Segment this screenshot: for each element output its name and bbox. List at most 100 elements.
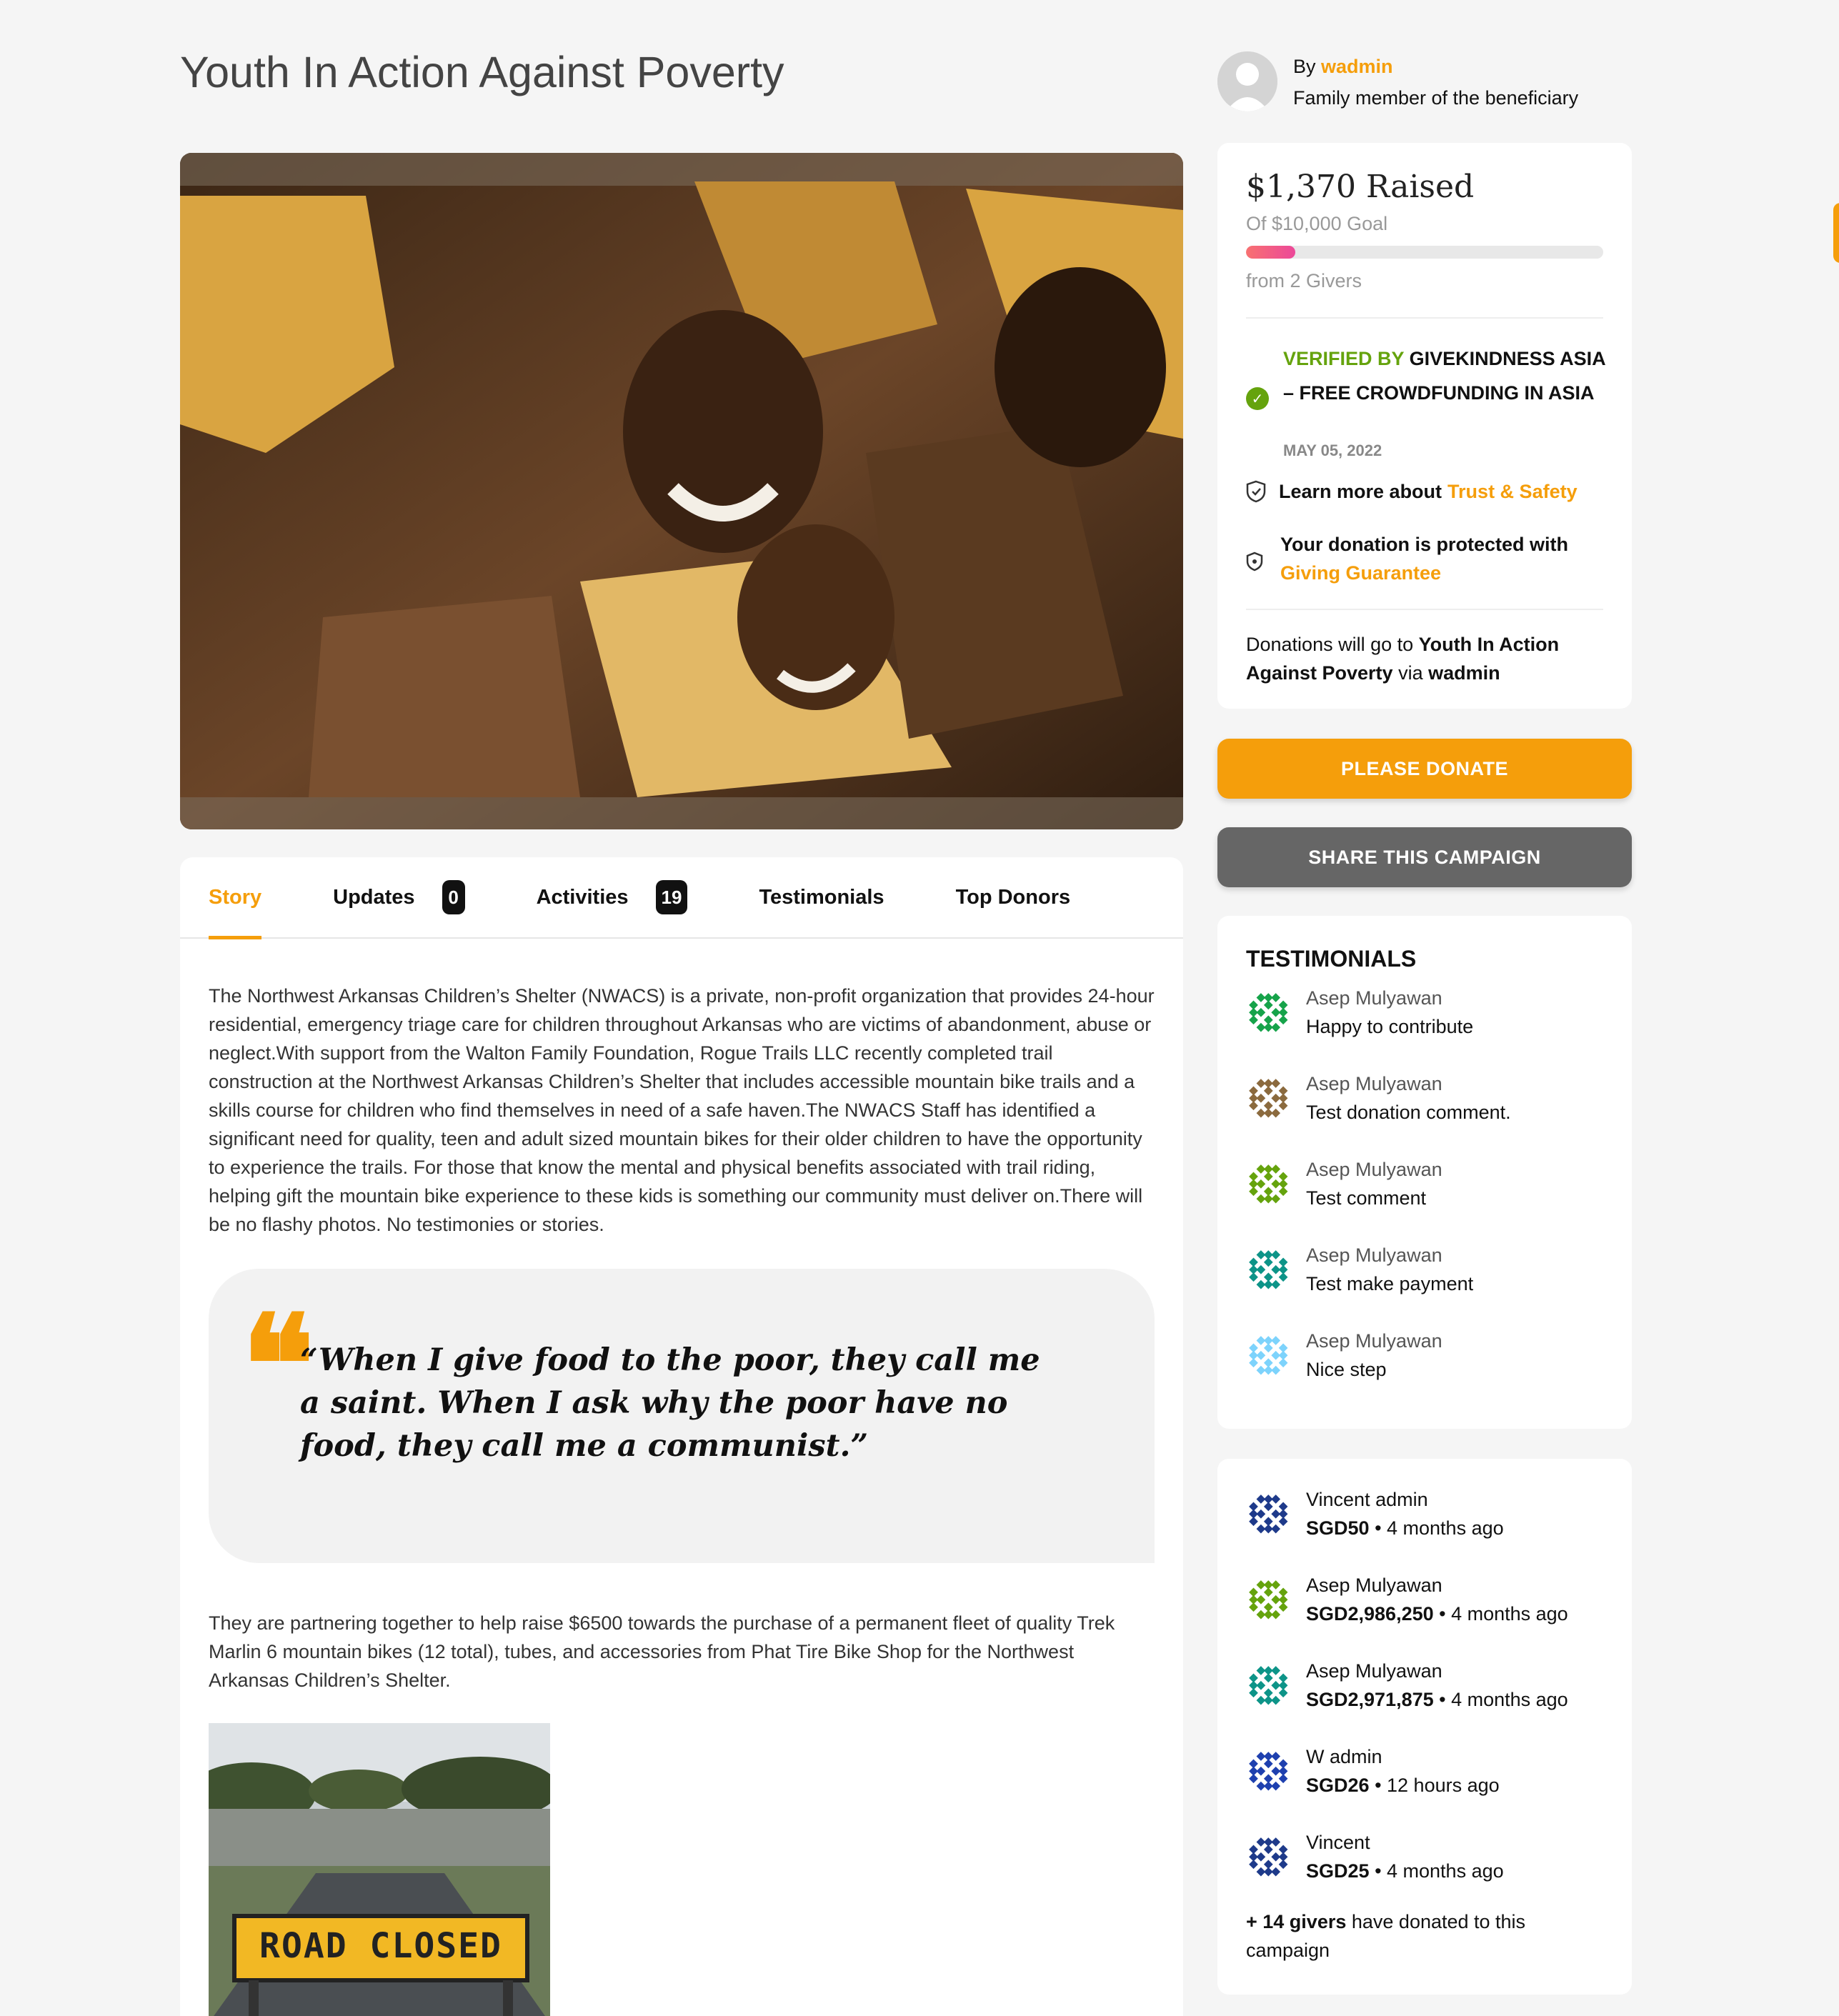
donor-avatar	[1246, 1577, 1292, 1623]
donor-item: Asep Mulyawan SGD2,986,250 • 4 months ago	[1246, 1575, 1610, 1632]
testimonial-avatar	[1246, 1076, 1292, 1122]
more-givers-text: + 14 givers have donated to this campaig…	[1246, 1907, 1603, 1965]
testimonial-avatar	[1246, 1333, 1292, 1379]
testimonial-item: Asep Mulyawan Test donation comment.	[1246, 1073, 1610, 1130]
funding-card: $1,370 Raised Of $10,000 Goal from 2 Giv…	[1217, 143, 1632, 709]
donations-account: wadmin	[1428, 662, 1500, 684]
giving-guarantee-row: Your donation is protected with Giving G…	[1246, 530, 1568, 587]
road-sign-text: ROAD CLOSED	[259, 1926, 502, 1966]
testimonial-comment: Test make payment	[1306, 1273, 1474, 1294]
page-title: Youth In Action Against Poverty	[180, 48, 784, 96]
testimonial-avatar	[1246, 1247, 1292, 1293]
share-campaign-button[interactable]: SHARE THIS CAMPAIGN	[1217, 827, 1632, 887]
donor-amount: SGD2,986,250	[1306, 1603, 1434, 1625]
donor-avatar	[1246, 1749, 1292, 1795]
tab-activities[interactable]: Activities 19	[537, 857, 688, 938]
donor-avatar	[1246, 1835, 1292, 1880]
progress-fill	[1246, 246, 1295, 259]
author-name-link[interactable]: wadmin	[1321, 56, 1393, 77]
donor-avatar	[1246, 1663, 1292, 1709]
tab-story[interactable]: Story	[209, 857, 262, 939]
side-feedback-tab[interactable]	[1833, 203, 1839, 263]
verified-date: MAY 05, 2022	[1283, 441, 1382, 459]
donor-amount-row: SGD26 • 12 hours ago	[1306, 1775, 1500, 1797]
top-donors-card: Vincent admin SGD50 • 4 months ago Asep Mu…	[1217, 1459, 1632, 1995]
donor-amount: SGD50	[1306, 1517, 1370, 1539]
testimonial-comment: Nice step	[1306, 1359, 1387, 1380]
donor-time: • 4 months ago	[1375, 1517, 1504, 1539]
updates-count-badge: 0	[442, 880, 465, 914]
tab-top-donors[interactable]: Top Donors	[956, 857, 1071, 938]
testimonial-comment: Test comment	[1306, 1187, 1427, 1209]
verified-check-icon: ✓	[1246, 387, 1269, 410]
tab-testimonials[interactable]: Testimonials	[759, 857, 884, 938]
divider	[1246, 317, 1603, 319]
donor-amount: SGD25	[1306, 1860, 1370, 1882]
donor-name: W admin	[1306, 1746, 1382, 1767]
donations-destination: Donations will go to Youth In Action Aga…	[1246, 630, 1603, 687]
trust-prefix: Learn more about	[1279, 480, 1442, 502]
author-avatar[interactable]	[1217, 51, 1277, 111]
donor-amount-row: SGD2,986,250 • 4 months ago	[1306, 1603, 1568, 1625]
donor-item: Vincent admin SGD50 • 4 months ago	[1246, 1489, 1610, 1546]
donor-name: Vincent	[1306, 1832, 1370, 1853]
donor-amount-row: SGD2,971,875 • 4 months ago	[1306, 1689, 1568, 1711]
verified-prefix: VERIFIED BY	[1283, 348, 1405, 369]
tab-label: Updates	[333, 885, 415, 909]
testimonial-item: Asep Mulyawan Happy to contribute	[1246, 987, 1610, 1044]
tab-updates[interactable]: Updates 0	[333, 857, 465, 938]
road-closed-image: ROAD CLOSED	[209, 1723, 550, 2016]
testimonial-item: Asep Mulyawan Nice step	[1246, 1330, 1610, 1387]
testimonial-avatar	[1246, 990, 1292, 1036]
blockquote: ❝ “When I give food to the poor, they ca…	[209, 1269, 1155, 1563]
donor-time: • 12 hours ago	[1375, 1775, 1500, 1796]
testimonial-avatar	[1246, 1162, 1292, 1207]
story-card: Story Updates 0 Activities 19 Testimonia…	[180, 857, 1183, 2016]
more-givers-count: + 14 givers	[1246, 1911, 1347, 1932]
donor-item: Vincent SGD25 • 4 months ago	[1246, 1832, 1610, 1889]
donor-time: • 4 months ago	[1439, 1689, 1568, 1710]
donor-time: • 4 months ago	[1375, 1860, 1504, 1882]
donor-name: Asep Mulyawan	[1306, 1660, 1442, 1682]
testimonial-comment: Test donation comment.	[1306, 1102, 1511, 1123]
tab-label: Activities	[536, 885, 629, 909]
tab-label: Top Donors	[955, 885, 1071, 909]
donor-amount: SGD26	[1306, 1775, 1370, 1796]
story-body: The Northwest Arkansas Children’s Shelte…	[180, 939, 1183, 2016]
donor-amount: SGD2,971,875	[1306, 1689, 1434, 1710]
trust-safety-row: Learn more about Trust & Safety	[1246, 480, 1578, 503]
author-byline: By wadmin	[1293, 56, 1393, 78]
givers-count: from 2 Givers	[1246, 270, 1362, 291]
activities-count-badge: 19	[655, 880, 688, 914]
testimonial-author: Asep Mulyawan	[1306, 1159, 1442, 1180]
donor-name: Vincent admin	[1306, 1489, 1428, 1510]
testimonial-comment: Happy to contribute	[1306, 1016, 1474, 1037]
donations-prefix: Donations will go to	[1246, 634, 1414, 655]
testimonial-author: Asep Mulyawan	[1306, 1330, 1442, 1352]
testimonial-author: Asep Mulyawan	[1306, 1244, 1442, 1266]
donor-item: W admin SGD26 • 12 hours ago	[1246, 1746, 1610, 1803]
trust-safety-link[interactable]: Trust & Safety	[1447, 481, 1578, 503]
goal-amount: Of $10,000 Goal	[1246, 213, 1388, 234]
testimonial-author: Asep Mulyawan	[1306, 1073, 1442, 1094]
donor-name: Asep Mulyawan	[1306, 1575, 1442, 1596]
quote-text: “When I give food to the poor, they call…	[300, 1342, 1040, 1464]
donor-amount-row: SGD50 • 4 months ago	[1306, 1517, 1504, 1540]
campaign-hero-image	[180, 153, 1183, 829]
donor-time: • 4 months ago	[1439, 1603, 1568, 1625]
donor-avatar	[1246, 1492, 1292, 1537]
donations-via: via	[1398, 662, 1423, 684]
divider	[1246, 609, 1603, 610]
giving-guarantee-link[interactable]: Giving Guarantee	[1280, 559, 1568, 587]
testimonials-title: TESTIMONIALS	[1246, 946, 1417, 972]
amount-raised: $1,370 Raised	[1246, 169, 1475, 205]
progress-bar	[1246, 246, 1603, 259]
testimonial-author: Asep Mulyawan	[1306, 987, 1442, 1009]
testimonial-item: Asep Mulyawan Test make payment	[1246, 1244, 1610, 1302]
tab-label: Story	[209, 885, 262, 909]
guarantee-text: Your donation is protected with	[1280, 534, 1568, 555]
donate-button[interactable]: PLEASE DONATE	[1217, 739, 1632, 799]
campaign-tabs: Story Updates 0 Activities 19 Testimonia…	[180, 857, 1183, 939]
donor-item: Asep Mulyawan SGD2,971,875 • 4 months ago	[1246, 1660, 1610, 1717]
story-paragraph: They are partnering together to help rai…	[209, 1612, 1115, 1691]
